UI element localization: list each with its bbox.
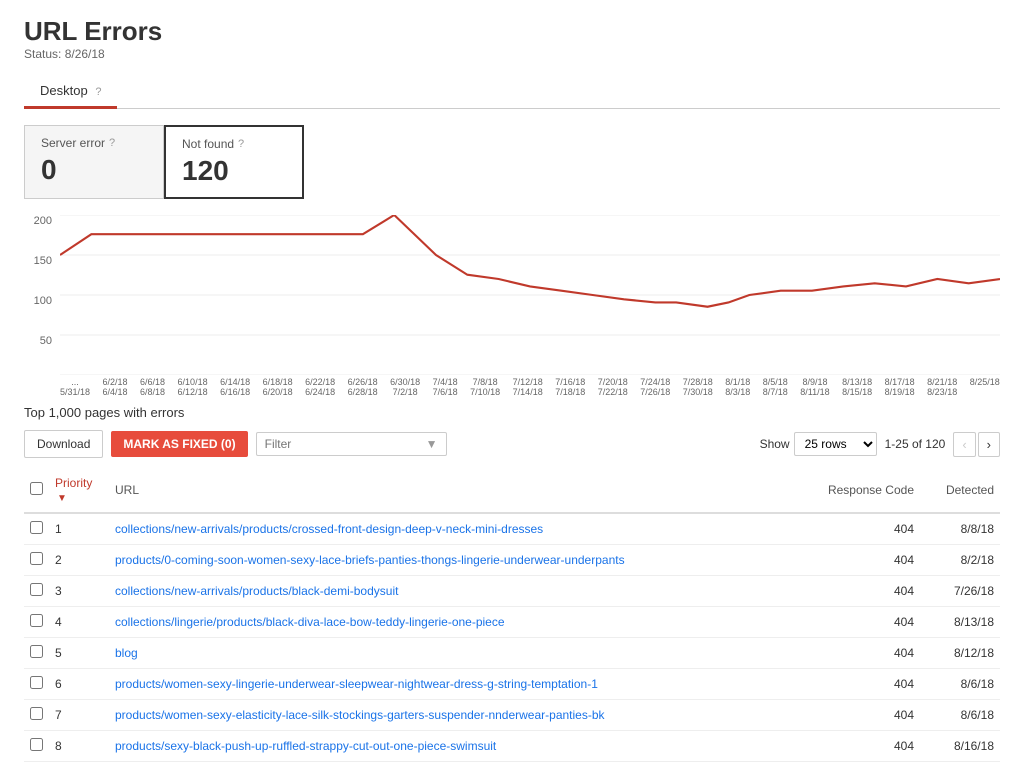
table-row: 8 products/sexy-black-push-up-ruffled-st… — [24, 731, 1000, 762]
row-detected: 8/6/18 — [920, 700, 1000, 731]
row-checkbox[interactable] — [30, 614, 43, 627]
th-priority[interactable]: Priority ▼ — [49, 468, 109, 513]
row-response-code: 404 — [800, 576, 920, 607]
chart-container: 200 150 100 50 — [24, 215, 1000, 375]
row-response-code: 404 — [800, 700, 920, 731]
chart-x-labels: ...5/31/18 6/2/186/4/18 6/6/186/8/18 6/1… — [60, 377, 1000, 397]
row-checkbox[interactable] — [30, 645, 43, 658]
row-url[interactable]: collections/lingerie/products/black-diva… — [109, 607, 800, 638]
row-url[interactable]: products/women-sexy-elasticity-lace-silk… — [109, 700, 800, 731]
row-url[interactable]: collections/new-arrivals/products/crosse… — [109, 513, 800, 545]
row-url[interactable]: products/sexy-black-push-up-ruffled-stra… — [109, 731, 800, 762]
table-row: 3 collections/new-arrivals/products/blac… — [24, 576, 1000, 607]
sort-arrow-icon: ▼ — [57, 493, 67, 504]
row-priority: 3 — [49, 576, 109, 607]
row-response-code: 404 — [800, 669, 920, 700]
row-priority: 5 — [49, 638, 109, 669]
row-checkbox[interactable] — [30, 707, 43, 720]
row-detected: 8/6/18 — [920, 669, 1000, 700]
row-url[interactable]: blog — [109, 638, 800, 669]
row-detected: 8/8/18 — [920, 513, 1000, 545]
table-row: 6 products/women-sexy-lingerie-underwear… — [24, 669, 1000, 700]
not-found-help-icon[interactable]: ? — [238, 138, 244, 150]
row-detected: 8/16/18 — [920, 731, 1000, 762]
server-error-value: 0 — [41, 154, 147, 186]
row-checkbox[interactable] — [30, 552, 43, 565]
row-priority: 1 — [49, 513, 109, 545]
download-button[interactable]: Download — [24, 430, 103, 458]
filter-icon: ▼ — [426, 437, 438, 451]
row-priority: 4 — [49, 607, 109, 638]
tab-help-icon[interactable]: ? — [95, 86, 101, 98]
th-response-code: Response Code — [800, 468, 920, 513]
page-title: URL Errors — [24, 16, 1000, 47]
metrics-row: Server error ? 0 Not found ? 120 — [24, 125, 1000, 199]
row-checkbox-cell — [24, 545, 49, 576]
tabs-bar: Desktop ? — [24, 75, 1000, 109]
table-row: 1 collections/new-arrivals/products/cros… — [24, 513, 1000, 545]
row-detected: 8/2/18 — [920, 545, 1000, 576]
show-label: Show — [760, 437, 790, 451]
page-status: Status: 8/26/18 — [24, 47, 1000, 61]
row-checkbox-cell — [24, 700, 49, 731]
section-title: Top 1,000 pages with errors — [24, 405, 1000, 420]
row-checkbox-cell — [24, 513, 49, 545]
row-priority: 2 — [49, 545, 109, 576]
table-row: 7 products/women-sexy-elasticity-lace-si… — [24, 700, 1000, 731]
filter-input[interactable] — [265, 437, 420, 451]
row-priority: 7 — [49, 700, 109, 731]
table-row: 5 blog 404 8/12/18 — [24, 638, 1000, 669]
rows-select[interactable]: 25 rows 10 rows 50 rows 100 rows — [794, 432, 877, 456]
mark-as-fixed-button[interactable]: MARK AS FIXED (0) — [111, 431, 247, 457]
not-found-value: 120 — [182, 155, 286, 187]
filter-input-wrap: ▼ — [256, 432, 447, 456]
th-url: URL — [109, 468, 800, 513]
row-checkbox[interactable] — [30, 676, 43, 689]
chart-area: 200 150 100 50 ...5/31/18 6/2/186/4/18 — [24, 215, 1000, 397]
prev-page-button[interactable]: ‹ — [953, 432, 975, 457]
row-detected: 8/13/18 — [920, 607, 1000, 638]
row-url[interactable]: collections/new-arrivals/products/black-… — [109, 576, 800, 607]
row-checkbox-cell — [24, 669, 49, 700]
metric-server-error[interactable]: Server error ? 0 — [24, 125, 164, 199]
page-info: 1-25 of 120 — [885, 437, 946, 451]
page-nav: ‹ › — [953, 432, 1000, 457]
row-detected: 7/26/18 — [920, 576, 1000, 607]
chart-svg — [60, 215, 1000, 375]
toolbar: Download MARK AS FIXED (0) ▼ Show 25 row… — [24, 430, 1000, 458]
table-row: 2 products/0-coming-soon-women-sexy-lace… — [24, 545, 1000, 576]
row-response-code: 404 — [800, 607, 920, 638]
th-detected: Detected — [920, 468, 1000, 513]
tab-desktop[interactable]: Desktop ? — [24, 75, 117, 109]
table-row: 4 collections/lingerie/products/black-di… — [24, 607, 1000, 638]
th-check — [24, 468, 49, 513]
row-detected: 8/12/18 — [920, 638, 1000, 669]
row-response-code: 404 — [800, 513, 920, 545]
errors-table: Priority ▼ URL Response Code Detected 1 … — [24, 468, 1000, 762]
row-checkbox-cell — [24, 731, 49, 762]
next-page-button[interactable]: › — [978, 432, 1000, 457]
select-all-checkbox[interactable] — [30, 482, 43, 495]
row-url[interactable]: products/women-sexy-lingerie-underwear-s… — [109, 669, 800, 700]
row-checkbox-cell — [24, 607, 49, 638]
server-error-help-icon[interactable]: ? — [109, 137, 115, 149]
pagination: Show 25 rows 10 rows 50 rows 100 rows 1-… — [760, 432, 1000, 457]
row-checkbox[interactable] — [30, 521, 43, 534]
metric-not-found[interactable]: Not found ? 120 — [164, 125, 304, 199]
row-response-code: 404 — [800, 638, 920, 669]
row-url[interactable]: products/0-coming-soon-women-sexy-lace-b… — [109, 545, 800, 576]
row-priority: 8 — [49, 731, 109, 762]
row-checkbox-cell — [24, 638, 49, 669]
row-response-code: 404 — [800, 545, 920, 576]
row-response-code: 404 — [800, 731, 920, 762]
row-checkbox[interactable] — [30, 738, 43, 751]
row-checkbox-cell — [24, 576, 49, 607]
row-checkbox[interactable] — [30, 583, 43, 596]
chart-y-labels: 200 150 100 50 — [24, 215, 56, 375]
row-priority: 6 — [49, 669, 109, 700]
